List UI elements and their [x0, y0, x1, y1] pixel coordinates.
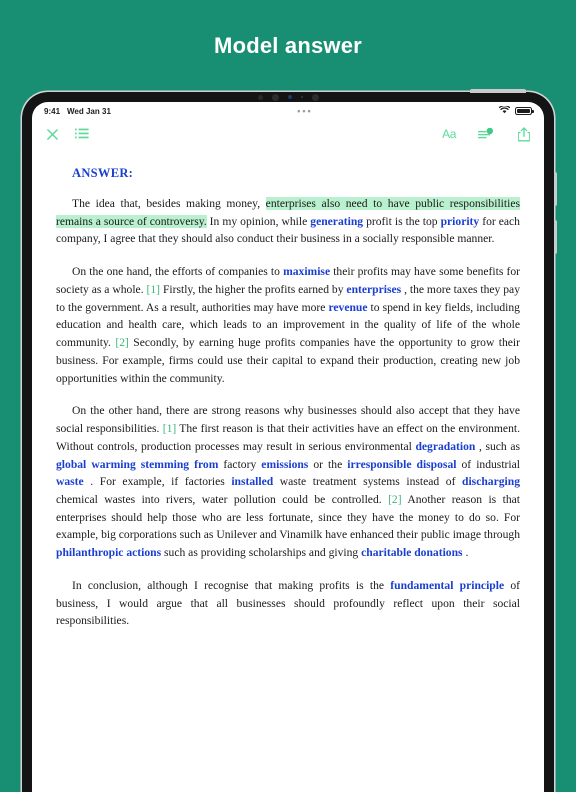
tablet-screen: 9:41 Wed Jan 31 ••• Aa ANSWER: The idea …: [32, 102, 544, 792]
volume-up-button[interactable]: [554, 172, 557, 206]
body-text: .: [462, 546, 469, 560]
wifi-icon: [498, 105, 511, 116]
battery-icon: [515, 107, 534, 115]
keyword-term: revenue: [328, 300, 368, 314]
body-text: On the one hand, the efforts of companie…: [72, 265, 284, 279]
toolbar-left-group: [44, 126, 90, 142]
status-time: 9:41: [44, 106, 61, 116]
text-format-aa-icon[interactable]: Aa: [442, 126, 456, 142]
reference-marker: [1]: [162, 422, 177, 436]
keyword-term: fundamental principle: [390, 578, 505, 592]
status-bar-center: •••: [111, 106, 499, 116]
body-text: . For example, if factories: [83, 475, 232, 489]
document-body: The idea that, besides making money, ent…: [56, 195, 520, 630]
body-text: In my opinion, while: [206, 214, 311, 228]
body-text: profit is the top: [363, 214, 441, 228]
body-text: such as providing scholarships and givin…: [161, 546, 362, 560]
body-text: The idea that, besides making money,: [72, 197, 266, 210]
banner: Model answer: [0, 0, 576, 92]
body-text: of industrial: [456, 457, 521, 471]
reference-marker: [2]: [388, 493, 402, 507]
paragraph-p2: On the one hand, the efforts of companie…: [56, 263, 520, 387]
camera-lens-secondary-icon: [311, 93, 319, 101]
close-x-icon[interactable]: [44, 126, 60, 142]
body-text: or the: [308, 457, 348, 471]
status-date: Wed Jan 31: [67, 106, 111, 116]
app-toolbar: Aa: [32, 120, 544, 148]
answer-heading: ANSWER:: [72, 166, 134, 180]
keyword-term: installed: [231, 475, 274, 489]
body-text: In conclusion, although I recognise that…: [72, 578, 391, 592]
paragraph-p1: The idea that, besides making money, ent…: [56, 195, 520, 248]
status-bar-right: [498, 105, 534, 116]
multitasking-handle[interactable]: •••: [297, 106, 312, 116]
share-icon[interactable]: [516, 126, 532, 142]
body-text: chemical wastes into rivers, water pollu…: [56, 493, 389, 507]
keyword-term: maximise: [283, 265, 331, 279]
paragraph-p3: On the other hand, there are strong reas…: [56, 402, 520, 562]
list-outline-icon[interactable]: [74, 126, 90, 142]
paragraph-p4: In conclusion, although I recognise that…: [56, 577, 520, 630]
keyword-term: global warming stemming from: [56, 457, 219, 471]
camera-lens-icon: [271, 93, 279, 101]
sensor-array: [22, 92, 554, 102]
camera-dot-icon: [257, 94, 263, 100]
body-text: waste treatment systems instead of: [273, 475, 463, 489]
document-page[interactable]: ANSWER: The idea that, besides making mo…: [32, 148, 544, 792]
reference-marker: [1]: [146, 282, 161, 296]
keyword-term: irresponsible disposal: [347, 457, 457, 471]
body-text: Firstly, the higher the profits earned b…: [160, 282, 347, 296]
status-bar-left: 9:41 Wed Jan 31: [44, 107, 111, 116]
body-text: factory: [218, 457, 262, 471]
volume-down-button[interactable]: [554, 220, 557, 254]
tablet-device-frame: 9:41 Wed Jan 31 ••• Aa ANSWER: The idea …: [21, 89, 557, 792]
sensor-blue-dot-icon: [287, 95, 292, 99]
keyword-term: waste: [56, 475, 84, 489]
reference-marker: [2]: [115, 336, 129, 350]
markup-annotate-icon[interactable]: [478, 126, 494, 142]
keyword-term: emissions: [261, 457, 309, 471]
page-title: Model answer: [214, 33, 362, 58]
keyword-term: degradation: [415, 439, 476, 453]
keyword-term: philanthropic actions: [56, 546, 162, 560]
keyword-term: generating: [310, 214, 364, 228]
toolbar-right-group: Aa: [442, 126, 532, 142]
body-text: , such as: [475, 439, 520, 453]
sensor-micro-dot-icon: [300, 96, 303, 98]
keyword-term: enterprises: [346, 282, 402, 296]
status-bar: 9:41 Wed Jan 31 •••: [32, 102, 544, 120]
keyword-term: priority: [440, 214, 480, 228]
keyword-term: charitable donations: [361, 546, 463, 560]
keyword-term: discharging: [462, 475, 520, 489]
